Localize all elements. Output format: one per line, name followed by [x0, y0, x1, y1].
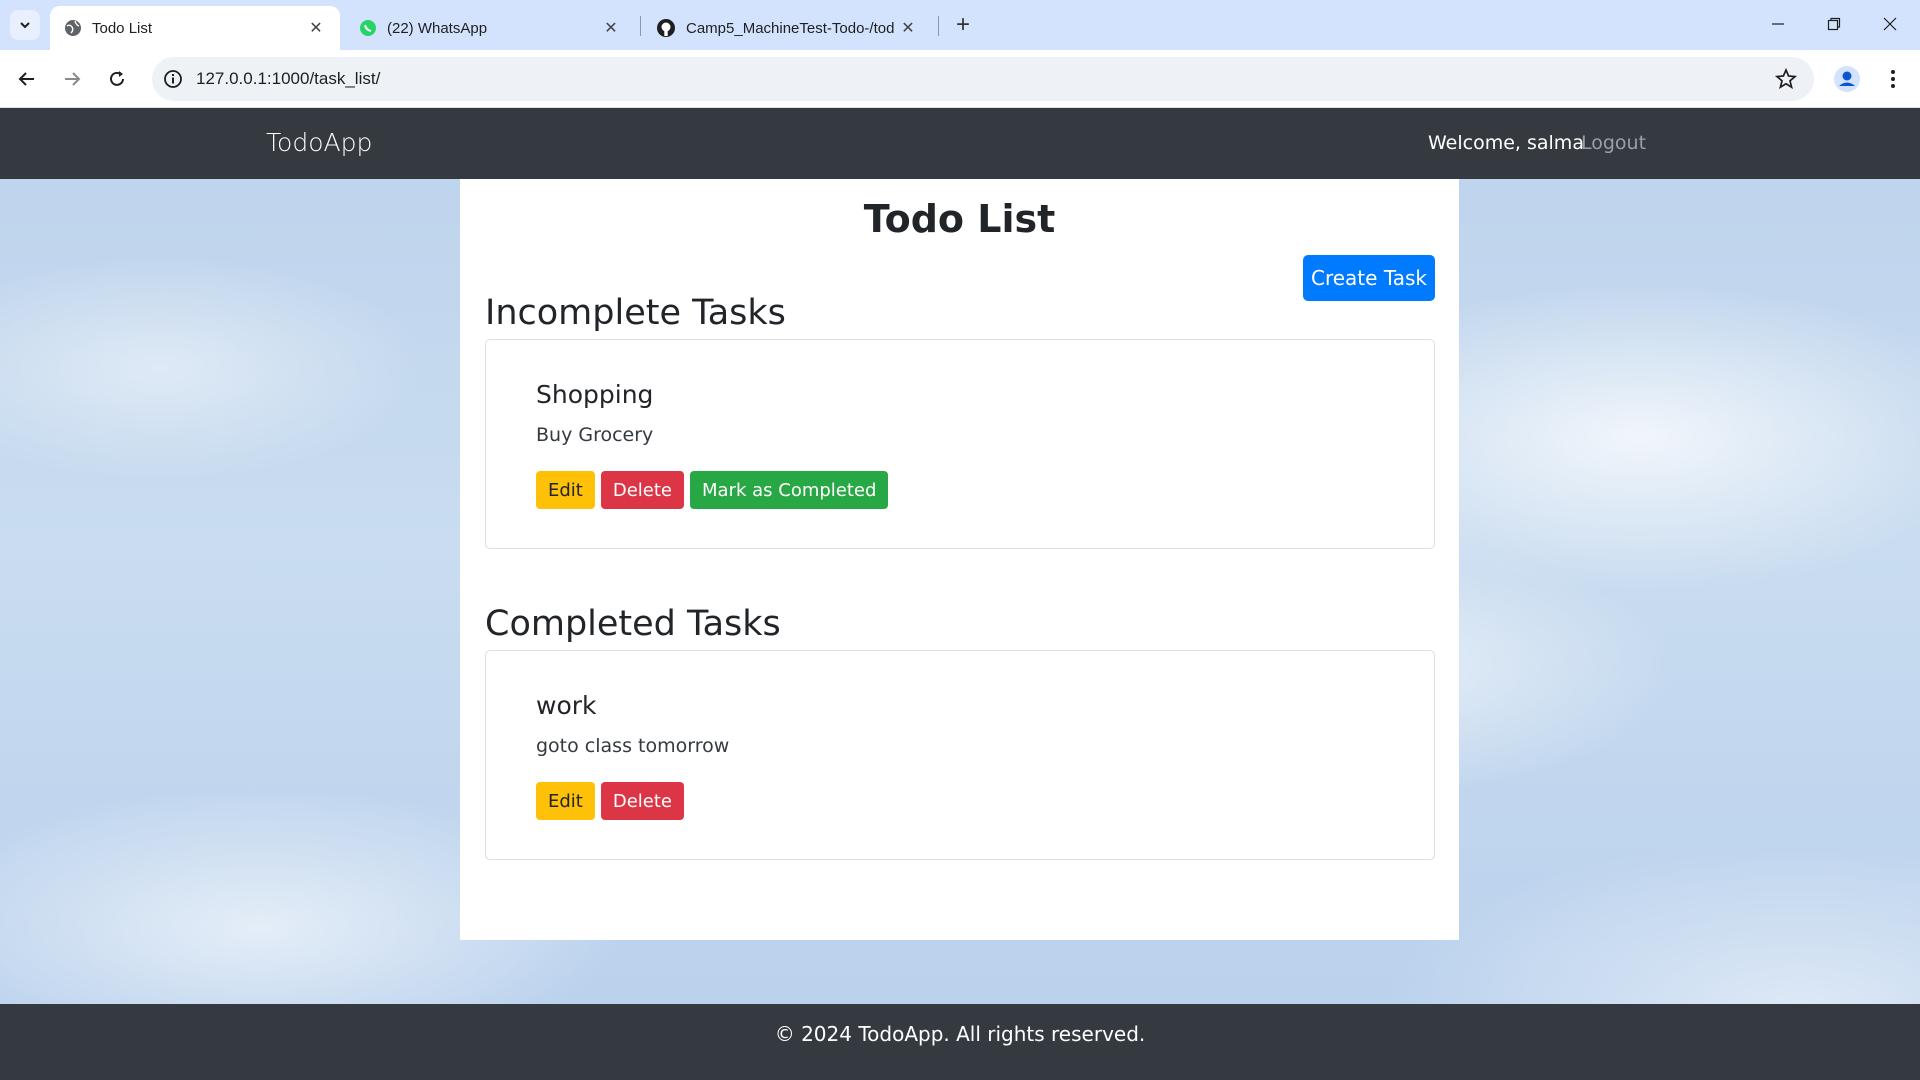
task-title: work	[536, 691, 597, 720]
bookmark-star-icon[interactable]	[1774, 67, 1798, 91]
tab-search-button[interactable]	[10, 10, 40, 40]
tab-divider	[938, 16, 939, 36]
tab-divider	[640, 16, 641, 36]
mark-completed-button[interactable]: Mark as Completed	[690, 471, 889, 509]
incomplete-tasks-heading: Incomplete Tasks	[485, 293, 786, 333]
minimize-icon	[1772, 23, 1784, 25]
task-description: Buy Grocery	[536, 424, 654, 446]
tab-whatsapp[interactable]: (22) WhatsApp ✕	[345, 6, 635, 50]
edit-button[interactable]: Edit	[536, 782, 595, 820]
new-tab-button[interactable]: +	[948, 10, 978, 40]
url-text[interactable]: 127.0.0.1:1000/task_list/	[196, 69, 380, 89]
profile-avatar-icon[interactable]	[1832, 64, 1862, 94]
tab-title: (22) WhatsApp	[387, 19, 488, 37]
forward-button[interactable]	[55, 62, 89, 96]
site-info-icon[interactable]	[162, 68, 184, 90]
page-viewport: TodoApp Welcome, salma Logout Todo List …	[0, 108, 1920, 1080]
arrow-right-icon	[65, 72, 81, 86]
tab-title: Todo List	[92, 19, 153, 37]
restore-icon	[1827, 17, 1841, 31]
brand-link[interactable]: TodoApp	[266, 128, 372, 157]
welcome-text: Welcome, salma	[1428, 132, 1584, 154]
todo-panel: Todo List Create Task Incomplete Tasks S…	[460, 179, 1459, 940]
tab-todo-list[interactable]: Todo List ✕	[50, 6, 340, 50]
tab-title: Camp5_MachineTest-Todo-/tod	[686, 19, 895, 37]
logout-link[interactable]: Logout	[1581, 132, 1646, 154]
footer-copyright: © 2024 TodoApp. All rights reserved.	[774, 1022, 1146, 1046]
create-task-button[interactable]: Create Task	[1303, 255, 1435, 301]
delete-button[interactable]: Delete	[600, 471, 685, 509]
restore-button[interactable]	[1814, 8, 1854, 40]
back-button[interactable]	[10, 62, 44, 96]
chevron-down-icon	[20, 22, 30, 29]
reload-button[interactable]	[100, 62, 134, 96]
page-title: Todo List	[863, 197, 1056, 241]
browser-toolbar: 127.0.0.1:1000/task_list/	[0, 50, 1920, 108]
completed-tasks-heading: Completed Tasks	[485, 604, 781, 644]
site-footer: © 2024 TodoApp. All rights reserved.	[0, 1004, 1920, 1080]
whatsapp-icon	[360, 20, 376, 36]
close-icon[interactable]: ✕	[898, 18, 918, 38]
minimize-button[interactable]	[1758, 8, 1798, 40]
site-navbar: TodoApp Welcome, salma Logout	[0, 108, 1920, 179]
plus-icon: +	[955, 11, 970, 38]
delete-button[interactable]: Delete	[600, 782, 685, 820]
task-actions: Edit Delete	[536, 782, 685, 820]
task-card-shopping: Shopping Buy Grocery Edit Delete Mark as…	[485, 339, 1435, 549]
close-icon[interactable]: ✕	[306, 18, 326, 38]
edit-button[interactable]: Edit	[536, 471, 595, 509]
more-options-icon[interactable]	[1878, 64, 1908, 94]
task-description: goto class tomorrow	[536, 735, 730, 757]
close-icon[interactable]: ✕	[601, 18, 621, 38]
close-window-button[interactable]	[1870, 8, 1910, 40]
tab-github[interactable]: Camp5_MachineTest-Todo-/tod ✕	[642, 6, 932, 50]
globe-icon	[65, 20, 81, 36]
github-icon	[657, 19, 675, 37]
browser-tab-strip: Todo List ✕ (22) WhatsApp ✕ Camp5_Machin…	[0, 0, 1920, 50]
task-title: Shopping	[536, 380, 654, 409]
arrow-left-icon	[18, 72, 34, 86]
reload-icon	[110, 71, 124, 86]
task-card-work: work goto class tomorrow Edit Delete	[485, 650, 1435, 860]
close-icon	[1883, 17, 1897, 31]
task-actions: Edit Delete Mark as Completed	[536, 471, 889, 509]
address-bar[interactable]: 127.0.0.1:1000/task_list/	[152, 57, 1814, 101]
